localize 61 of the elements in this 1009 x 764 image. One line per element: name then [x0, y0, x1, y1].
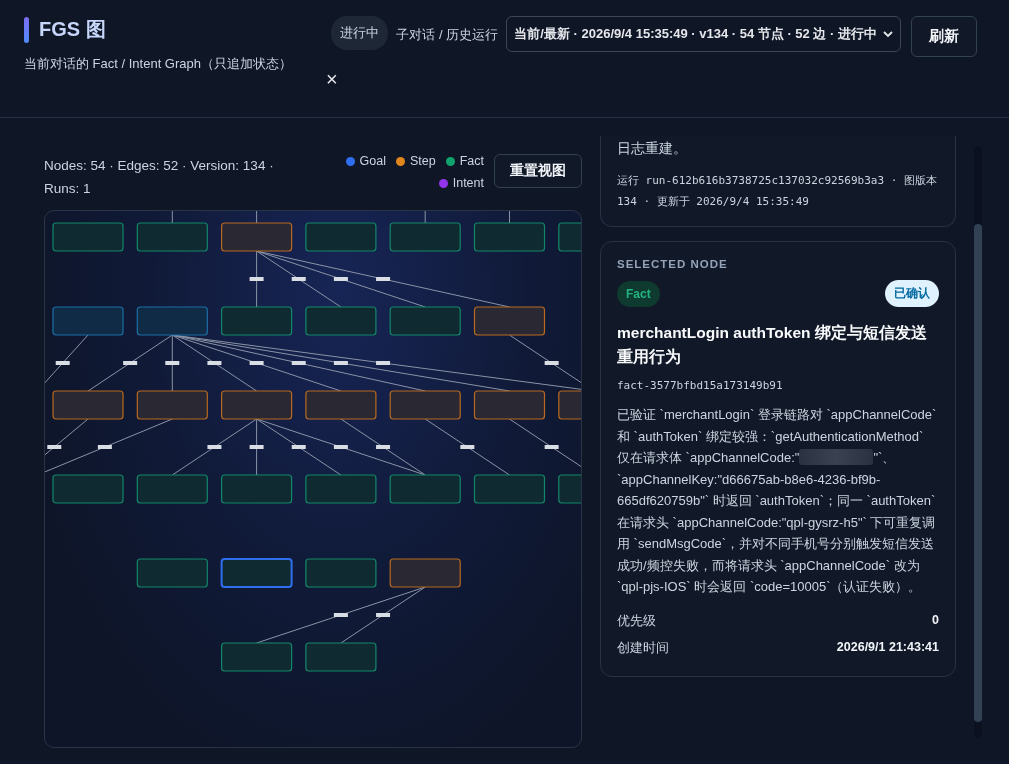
graph-node[interactable]: [52, 306, 124, 336]
node-title: merchantLogin authToken 绑定与短信发送重用行为: [617, 323, 928, 367]
section-heading: SELECTED NODE: [617, 258, 729, 270]
graph-node[interactable]: [136, 558, 208, 588]
reset-view-button[interactable]: 重置视图: [494, 154, 582, 188]
close-button[interactable]: ×: [322, 68, 342, 91]
graph-node[interactable]: [305, 474, 377, 504]
graph-node[interactable]: [136, 222, 208, 252]
graph-node[interactable]: [558, 474, 581, 504]
run-select[interactable]: 当前/最新 · 2026/9/4 15:35:49 · v134 · 54 节点 · 52 边 · 进行中: [506, 16, 901, 52]
graph-node[interactable]: [136, 390, 208, 420]
graph-node[interactable]: [473, 306, 546, 336]
graph-node[interactable]: [221, 222, 293, 252]
graph-node[interactable]: [220, 558, 293, 588]
chevron-down-icon: [883, 30, 893, 38]
graph-node[interactable]: [52, 390, 124, 420]
page-title: FGS 图: [39, 17, 106, 42]
node-id: fact-3577bfbd15a173149b91: [617, 379, 784, 392]
legend-label: Goal: [359, 154, 386, 168]
graph-node[interactable]: [558, 222, 581, 252]
graph-node[interactable]: [305, 222, 377, 252]
graph-node[interactable]: [136, 306, 208, 336]
graph-node[interactable]: [389, 558, 461, 588]
graph-node[interactable]: [389, 222, 461, 252]
legend-label: Step: [409, 154, 436, 168]
graph-node[interactable]: [305, 558, 377, 588]
graph-node[interactable]: [389, 474, 461, 504]
graph-node[interactable]: [473, 222, 546, 252]
graph-node[interactable]: [221, 642, 293, 672]
refresh-button[interactable]: 刷新: [911, 16, 977, 57]
graph-node[interactable]: [473, 390, 546, 420]
scroll-bar[interactable]: [974, 146, 982, 738]
status-pill: 进行中: [331, 16, 389, 50]
kind-tag: Fact: [617, 280, 660, 307]
graph-node[interactable]: [221, 306, 293, 336]
legend-label: Intent: [452, 176, 484, 190]
run-label: 子对话 / 历史运行: [396, 26, 499, 44]
graph-node[interactable]: [52, 222, 124, 252]
graph-node[interactable]: [136, 474, 208, 504]
graph-node[interactable]: [221, 474, 293, 504]
graph-node[interactable]: [305, 306, 377, 336]
graph-node[interactable]: [389, 390, 461, 420]
graph-node[interactable]: [473, 474, 546, 504]
field-value: 2026/9/1 21:43:41: [836, 639, 939, 656]
graph-node[interactable]: [52, 474, 124, 504]
page-subtitle: 当前对话的 Fact / Intent Graph（只追加状态）: [24, 55, 293, 73]
run-meta: 运行 run-612b616b3738725c137032c92569b3a3 · 图版本 134 · 更新于 2026/9/4 15:35:49: [617, 173, 938, 210]
graph-node[interactable]: [305, 642, 377, 672]
field-label: 优先级: [617, 612, 656, 630]
graph-node[interactable]: [305, 390, 377, 420]
field-label: 创建时间: [617, 639, 669, 657]
node-description: 已验证 `merchantLogin` 登录链路对 `appChannelCode` 和 `authToken` 绑定较强：`getAuthenticationMethod` 仅在请求体 `appChannelCode:" "`、`appChannelKey:"d66675ab-b8e6-4236-bf9b-665df620759b"` 时返回 `authToken`；同一 `authToken` 在请求头 `appChannelCode:"qpl-gysrz-h5"` 下可重复调用 `sendMsgCode`，并对不同手机号分别触发短信发送成功/频控失败，而将请求头 `appChannelCode` 改为 `qpl-pjs-IOS` 时会返回 `code=10005`（认证失败）。: [617, 406, 938, 596]
info-text: 日志重建。: [617, 140, 688, 158]
graph-stats: Nodes: 54 · Edges: 52 · Version: 134 · Runs: 1: [44, 157, 275, 198]
graph-node[interactable]: [389, 306, 461, 336]
graph-node[interactable]: [558, 390, 581, 420]
field-value: 0: [932, 612, 939, 629]
legend-label: Fact: [459, 154, 484, 168]
status-badge: 已确认: [885, 280, 939, 307]
graph-node[interactable]: [221, 390, 293, 420]
accent-bar-icon: [24, 16, 29, 43]
